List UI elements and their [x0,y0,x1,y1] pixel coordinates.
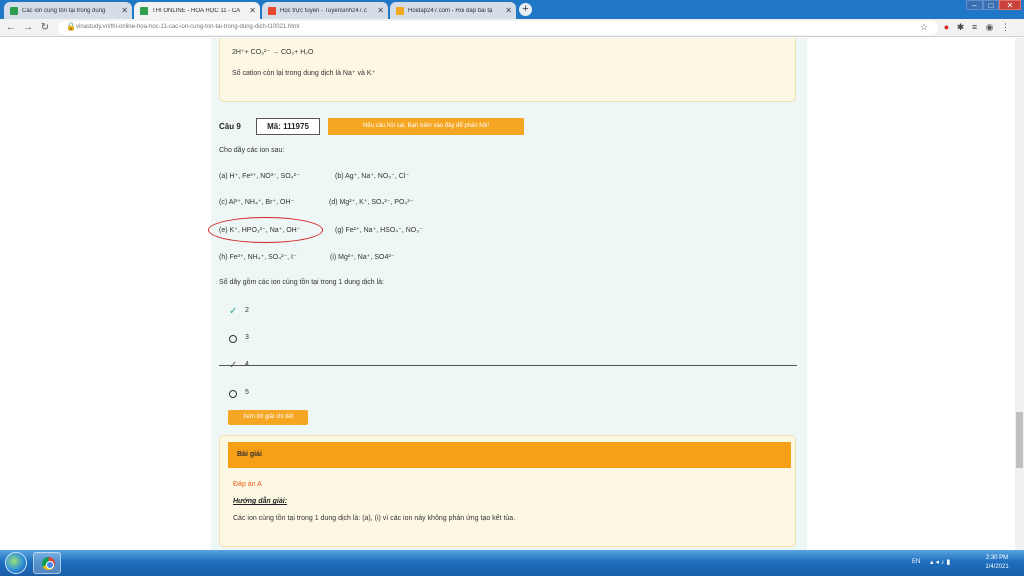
tab-favicon-icon [268,6,276,15]
chrome-icon [42,557,55,570]
close-tab-icon[interactable]: ✕ [249,6,256,15]
equation-text: 2H⁺+ CO₃²⁻ → CO₂+ H₂O [232,49,314,56]
back-icon[interactable]: ← [4,21,18,35]
minimize-button[interactable]: – [966,0,983,10]
system-clock[interactable]: 2:30 PM 1/4/2021 [976,554,1018,572]
tab-title: Các ion cùng tồn tại trong dung [22,7,106,14]
tab-3[interactable]: Học trực tuyến - Tuyensinh247.c ✕ [262,2,388,19]
ion-option-g: (g) Fe²⁺, Na⁺, HSO₄⁻, NO₃⁻ [335,227,423,234]
tab-4[interactable]: Hoidap247.com - Hỏi đáp bài tậ ✕ [390,2,516,19]
question-prompt: Số dãy gồm các ion cùng tồn tại trong 1 … [219,279,384,286]
view-solution-button[interactable]: Xem lời giải chi tiết [228,410,308,425]
answer-label: 2 [245,307,249,314]
url-text: vinastudy.vn/thi-online-hoa-hoc-11-cac-i… [76,24,300,30]
windows-taskbar: EN ▴ ◂ ♪ ▮ 2:30 PM 1/4/2021 [0,550,1024,576]
solution-text: Các ion cùng tồn tại trong 1 dung dịch l… [233,515,516,522]
solution-heading: Bài giải [237,451,262,458]
report-error-button[interactable]: Nếu câu hỏi sai. Bạn bấm vào đây để phản… [328,118,524,135]
answer-label: 5 [245,389,249,396]
tab-2[interactable]: THI ONLINE - HÓA HỌC 11 - CÁ ✕ [134,2,260,19]
solution-box: Bài giải Đáp án A Hướng dẫn giải: Các io… [219,435,796,547]
tab-strip: Các ion cùng tồn tại trong dung ✕ THI ON… [0,0,1024,19]
lock-icon: 🔒 [66,22,76,31]
page-viewport: 2H⁺+ CO₃²⁻ → CO₂+ H₂O Số cation còn lại … [0,38,1024,550]
puzzle-extension-icon[interactable]: ✱ [955,22,966,33]
tab-favicon-icon [10,6,18,15]
red-circle-annotation [208,217,323,243]
taskbar-chrome-button[interactable] [33,552,61,574]
reading-list-icon[interactable]: ≡ [969,22,980,33]
solution-header: Bài giải [228,442,791,468]
answer-label: 3 [245,334,249,341]
tab-1[interactable]: Các ion cùng tồn tại trong dung ✕ [4,2,132,19]
clock-date: 1/4/2021 [985,564,1009,570]
browser-toolbar: ← → ↻ 🔒 vinastudy.vn/thi-online-hoa-hoc-… [0,19,1024,37]
ion-option-h: (h) Fe³⁺, NH₄⁺, SO₄²⁻, I⁻ [219,254,297,261]
tab-title: Hoidap247.com - Hỏi đáp bài tậ [408,7,493,14]
ion-option-b: (b) Ag⁺, Na⁺, NO₃⁻, Cl⁻ [335,173,410,180]
solution-note: Số cation còn lại trong dung dịch là Na⁺… [232,70,376,77]
bookmark-star-icon[interactable]: ☆ [920,22,928,33]
question-number: Câu 9 [219,122,241,131]
ion-option-i: (i) Mg²⁺, Na⁺, SO4²⁻ [330,254,395,261]
clock-time: 2:30 PM [985,555,1009,561]
strikethrough-line [219,365,797,366]
profile-avatar-icon[interactable]: ◉ [984,22,995,33]
close-tab-icon[interactable]: ✕ [121,6,128,15]
question-intro: Cho dãy các ion sau: [219,147,285,154]
address-bar[interactable]: 🔒 vinastudy.vn/thi-online-hoa-hoc-11-cac… [58,21,938,35]
ion-option-c: (c) Al³⁺, NH₄⁺, Br⁺, OH⁻ [219,199,295,206]
forward-icon[interactable]: → [21,21,35,35]
language-indicator[interactable]: EN [912,559,920,565]
close-window-button[interactable]: ✕ [999,0,1021,10]
menu-kebab-icon[interactable]: ⋮ [1000,22,1011,33]
start-button-icon[interactable] [5,552,27,574]
solution-answer: Đáp án A [233,481,262,488]
close-tab-icon[interactable]: ✕ [505,6,512,15]
radio-circle-icon [229,335,237,343]
scrollbar-thumb[interactable] [1016,412,1023,468]
ion-option-a: (a) H⁺, Fe³⁺, NO³⁻, SO₄²⁻ [219,173,300,180]
ion-option-d: (d) Mg²⁺, K⁺, SO₄²⁻, PO₄³⁻ [329,199,414,206]
tab-title: Học trực tuyến - Tuyensinh247.c [280,7,367,14]
extension-icon[interactable]: ● [941,22,952,33]
check-icon: ✓ [229,306,238,317]
tab-favicon-icon [140,6,148,15]
maximize-button[interactable]: □ [983,0,999,10]
previous-solution-box: 2H⁺+ CO₃²⁻ → CO₂+ H₂O Số cation còn lại … [219,38,796,102]
radio-circle-icon [229,390,237,398]
page-scrollbar[interactable] [1015,38,1024,550]
tray-icons[interactable]: ▴ ◂ ♪ ▮ [930,558,950,566]
tab-title: THI ONLINE - HÓA HỌC 11 - CÁ [152,7,241,14]
solution-guide-label: Hướng dẫn giải: [233,498,288,505]
question-code: Mã: 111975 [256,118,320,135]
tab-favicon-icon [396,6,404,15]
question-panel: 2H⁺+ CO₃²⁻ → CO₂+ H₂O Số cation còn lại … [208,38,807,550]
reload-icon[interactable]: ↻ [38,21,52,35]
new-tab-button[interactable]: + [519,3,532,16]
close-tab-icon[interactable]: ✕ [377,6,384,15]
